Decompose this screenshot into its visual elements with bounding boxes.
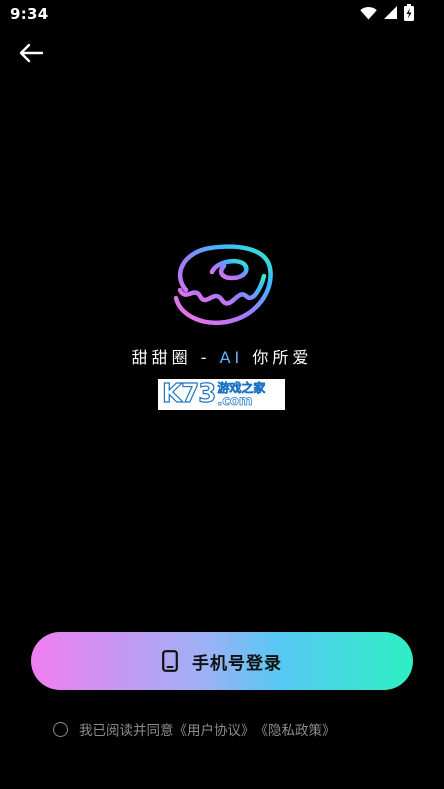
- phone-login-label: 手机号登录: [192, 653, 282, 674]
- watermark-site: 游戏之家: [217, 380, 266, 395]
- watermark-right: 游戏之家 .com: [217, 380, 266, 409]
- agreement-text: 我已阅读并同意: [79, 723, 174, 739]
- privacy-policy-link[interactable]: 《隐私政策》: [255, 719, 336, 739]
- arrow-left-icon: [19, 43, 44, 63]
- wifi-icon: [360, 6, 377, 20]
- phone-login-button[interactable]: 手机号登录: [31, 632, 413, 690]
- agreement-row: 我已阅读并同意 《用户协议》 《隐私政策》: [53, 719, 336, 739]
- donut-logo-icon: [173, 244, 273, 326]
- back-button[interactable]: [14, 38, 48, 68]
- k73-watermark: K73 游戏之家 .com: [158, 379, 285, 410]
- watermark-k73: K73: [161, 379, 217, 410]
- user-agreement-link[interactable]: 《用户协议》: [174, 719, 255, 739]
- status-icons: [360, 4, 414, 21]
- slogan-suffix: 你所爱: [243, 348, 313, 367]
- slogan-ai: AI: [219, 348, 244, 367]
- watermark-dotcom: .com: [217, 393, 253, 409]
- slogan-prefix: 甜甜圈 -: [131, 348, 220, 367]
- phone-icon: [162, 650, 178, 672]
- slogan: 甜甜圈 - AI 你所爱: [0, 344, 444, 368]
- battery-charging-icon: [404, 4, 414, 21]
- cellular-signal-icon: [384, 6, 397, 19]
- agreement-checkbox[interactable]: [53, 721, 68, 737]
- status-time: 9:34: [10, 5, 49, 23]
- status-bar: 9:34: [0, 0, 444, 28]
